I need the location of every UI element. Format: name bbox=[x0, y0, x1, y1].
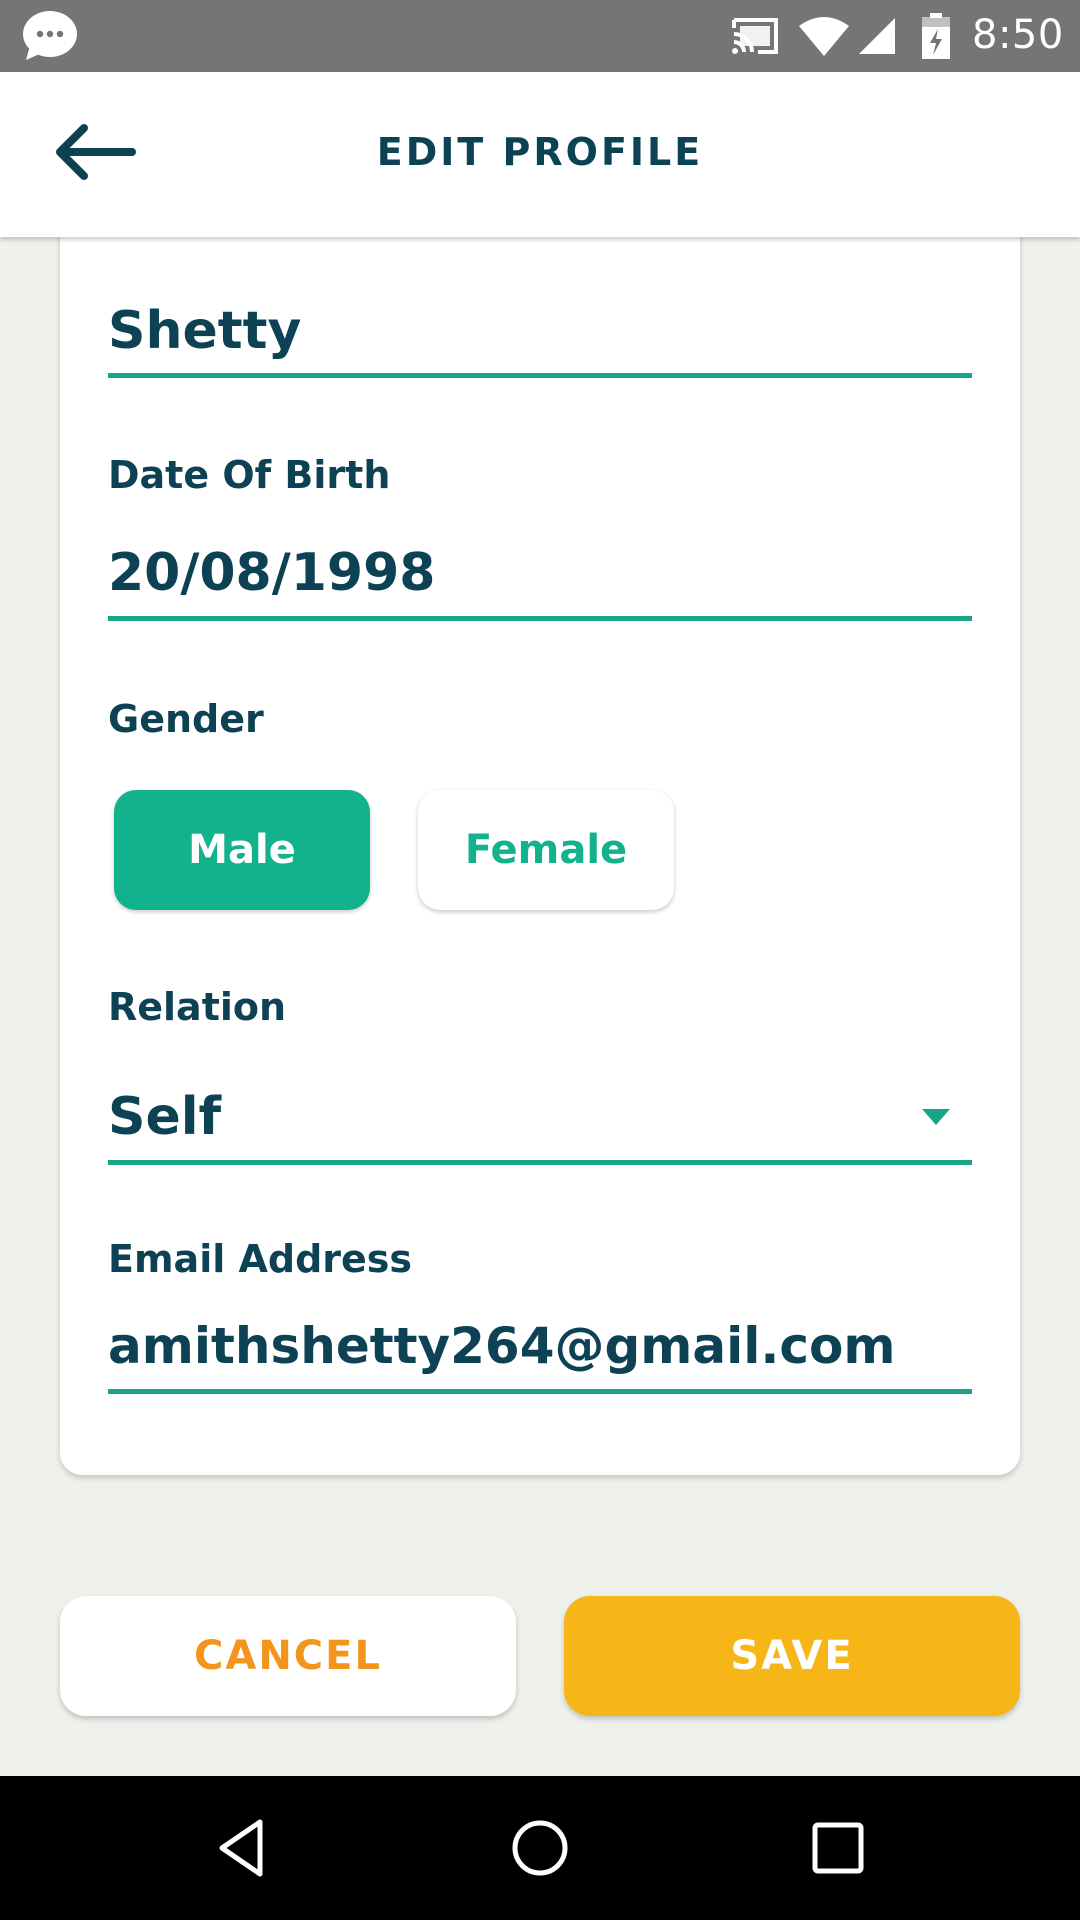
dob-underline bbox=[108, 616, 972, 621]
gender-male-button[interactable]: Male bbox=[114, 790, 370, 910]
messenger-bubble-icon bbox=[23, 11, 77, 60]
nav-home-icon[interactable] bbox=[508, 1816, 572, 1880]
nav-recents-icon[interactable] bbox=[806, 1816, 870, 1880]
relation-value: Self bbox=[108, 1087, 222, 1147]
cancel-button[interactable]: CANCEL bbox=[60, 1596, 516, 1716]
email-label: Email Address bbox=[108, 1237, 413, 1281]
email-value: amithshetty264@gmail.com bbox=[108, 1317, 896, 1375]
nav-back-icon[interactable] bbox=[210, 1816, 274, 1880]
relation-underline bbox=[108, 1160, 972, 1165]
profile-form-card: Shetty Date Of Birth 20/08/1998 Gender M… bbox=[60, 205, 1020, 1475]
email-underline bbox=[108, 1389, 972, 1394]
dob-value: 20/08/1998 bbox=[108, 543, 436, 603]
wifi-icon bbox=[799, 17, 849, 56]
last-name-underline bbox=[108, 373, 972, 378]
status-time: 8:50 bbox=[972, 12, 1064, 58]
status-bar: 8:50 bbox=[0, 0, 1080, 72]
system-nav-bar bbox=[0, 1776, 1080, 1920]
chevron-down-icon[interactable] bbox=[920, 1107, 952, 1127]
last-name-value: Shetty bbox=[108, 301, 302, 361]
app-bar: EDIT PROFILE bbox=[0, 72, 1080, 237]
relation-label: Relation bbox=[108, 985, 287, 1029]
page-title: EDIT PROFILE bbox=[376, 130, 704, 174]
battery-charging-icon bbox=[922, 13, 950, 59]
gender-label: Gender bbox=[108, 697, 264, 741]
gender-female-button[interactable]: Female bbox=[418, 790, 674, 910]
signal-icon bbox=[859, 18, 895, 54]
dob-label: Date Of Birth bbox=[108, 453, 391, 497]
relation-dropdown[interactable] bbox=[108, 1065, 972, 1155]
save-button[interactable]: SAVE bbox=[564, 1596, 1020, 1716]
cast-icon bbox=[732, 18, 778, 54]
